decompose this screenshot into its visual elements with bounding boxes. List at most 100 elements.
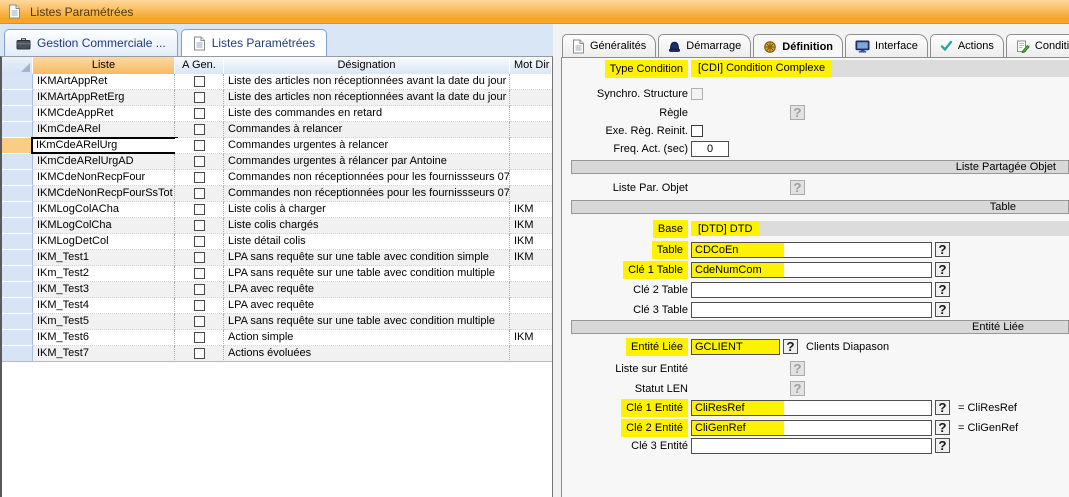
grid-row[interactable]: IKMLogDetColListe détail colisIKM <box>2 234 552 250</box>
cle3-entite-input[interactable] <box>691 438 932 454</box>
cle3-table-input[interactable] <box>691 302 932 318</box>
mot-dir-cell[interactable] <box>510 298 552 314</box>
mot-dir-cell[interactable] <box>510 346 552 362</box>
mot-dir-cell[interactable] <box>510 266 552 282</box>
cle2-entite-help-button[interactable]: ? <box>935 420 950 435</box>
designation-cell[interactable]: Liste colis à charger <box>224 202 510 218</box>
a-gen-checkbox[interactable] <box>194 140 205 151</box>
a-gen-checkbox[interactable] <box>194 188 205 199</box>
liste-cell[interactable]: IKMCdeNonRecpFour <box>33 170 175 186</box>
designation-cell[interactable]: LPA sans requête sur une table avec cond… <box>224 314 510 330</box>
designation-cell[interactable]: Commandes non réceptionnées pour les fou… <box>224 186 510 202</box>
entite-liee-help-button[interactable]: ? <box>783 339 798 354</box>
row-selector-gutter[interactable] <box>2 202 33 218</box>
designation-cell[interactable]: Liste détail colis <box>224 234 510 250</box>
row-selector-gutter[interactable] <box>2 106 33 122</box>
liste-cell[interactable]: IKMLogDetCol <box>33 234 175 250</box>
cle1-entite-help-button[interactable]: ? <box>935 400 950 415</box>
grid-row[interactable]: IKmCdeARelUrgADCommandes urgentes à réla… <box>2 154 552 170</box>
liste-sur-entite-help-button[interactable]: ? <box>790 361 805 376</box>
mot-dir-cell[interactable]: IKM <box>510 202 552 218</box>
cle2-table-help-button[interactable]: ? <box>935 282 950 297</box>
mot-dir-cell[interactable] <box>510 186 552 202</box>
grid-row[interactable]: IKm_Test2LPA sans requête sur une table … <box>2 266 552 282</box>
cle2-entite-input[interactable]: CliGenRef <box>691 420 932 436</box>
type-condition-field[interactable]: [CDI] Condition Complexe <box>691 60 1069 77</box>
liste-cell[interactable]: IKmCdeARelUrg <box>33 138 175 154</box>
row-selector-gutter[interactable] <box>2 282 33 298</box>
row-selector-gutter[interactable] <box>2 138 33 154</box>
panel-tab-d-marrage[interactable]: Démarrage <box>658 34 751 57</box>
mot-dir-cell[interactable] <box>510 122 552 138</box>
grid-row[interactable]: IKm_Test5LPA sans requête sur une table … <box>2 314 552 330</box>
row-selector-gutter[interactable] <box>2 346 33 362</box>
designation-cell[interactable]: Action simple <box>224 330 510 346</box>
row-selector-gutter[interactable] <box>2 330 33 346</box>
liste-cell[interactable]: IKM_Test7 <box>33 346 175 362</box>
liste-cell[interactable]: IKM_Test4 <box>33 298 175 314</box>
liste-cell[interactable]: IKM_Test6 <box>33 330 175 346</box>
nav-tab-gestion-commerciale[interactable]: Gestion Commerciale ... <box>4 29 178 56</box>
liste-cell[interactable]: IKMCdeAppRet <box>33 106 175 122</box>
row-selector-gutter[interactable] <box>2 250 33 266</box>
liste-cell[interactable]: IKMLogColACha <box>33 202 175 218</box>
grid-row[interactable]: IKM_Test4 LPA avec requête <box>2 298 552 314</box>
exe-reg-reinit-checkbox[interactable] <box>691 125 703 137</box>
grid-row[interactable]: IKM_Test1LPA sans requête sur une table … <box>2 250 552 266</box>
designation-cell[interactable]: Liste des articles non réceptionnées ava… <box>224 90 510 106</box>
mot-dir-cell[interactable] <box>510 90 552 106</box>
row-selector-gutter[interactable] <box>2 122 33 138</box>
select-all-corner[interactable] <box>2 57 33 74</box>
row-selector-gutter[interactable] <box>2 186 33 202</box>
entite-liee-input[interactable]: GCLIENT <box>691 339 780 355</box>
grid-row[interactable]: IKMArtAppRetListe des articles non récep… <box>2 74 552 90</box>
a-gen-checkbox[interactable] <box>194 252 205 263</box>
row-selector-gutter[interactable] <box>2 90 33 106</box>
designation-cell[interactable]: Liste des articles non réceptionnées ava… <box>224 74 510 90</box>
grid-row[interactable]: IKmCdeARelUrgCommandes urgentes à relanc… <box>2 138 552 154</box>
a-gen-checkbox[interactable] <box>194 332 205 343</box>
grid-row[interactable]: IKMCdeNonRecpFour Commandes non réception… <box>2 170 552 186</box>
cle1-entite-input[interactable]: CliResRef <box>691 400 932 416</box>
a-gen-checkbox[interactable] <box>194 124 205 135</box>
cle2-table-input[interactable] <box>691 282 932 298</box>
cle1-table-input[interactable]: CdeNumCom <box>691 262 932 278</box>
grid-row[interactable]: IKM_Test7 Actions évoluées <box>2 346 552 362</box>
cle3-table-help-button[interactable]: ? <box>935 302 950 317</box>
row-selector-gutter[interactable] <box>2 154 33 170</box>
a-gen-checkbox[interactable] <box>194 348 205 359</box>
mot-dir-cell[interactable]: IKM <box>510 218 552 234</box>
liste-cell[interactable]: IKMLogColCha <box>33 218 175 234</box>
a-gen-checkbox[interactable] <box>194 204 205 215</box>
a-gen-checkbox[interactable] <box>194 172 205 183</box>
designation-cell[interactable]: Commandes à relancer <box>224 122 510 138</box>
mot-dir-cell[interactable] <box>510 282 552 298</box>
grid-row[interactable]: IKM_Test6Action simpleIKM <box>2 330 552 346</box>
mot-dir-cell[interactable]: IKM <box>510 250 552 266</box>
grid-row[interactable]: IKmCdeARelCommandes à relancer <box>2 122 552 138</box>
liste-cell[interactable]: IKm_Test2 <box>33 266 175 282</box>
nav-tab-listes-parametrees[interactable]: Listes Paramétrées <box>181 29 327 56</box>
liste-cell[interactable]: IKM_Test1 <box>33 250 175 266</box>
a-gen-checkbox[interactable] <box>194 220 205 231</box>
designation-cell[interactable]: Commandes non réceptionnées pour les fou… <box>224 170 510 186</box>
freq-act-input[interactable]: 0 <box>691 141 729 157</box>
mot-dir-cell[interactable] <box>510 138 552 154</box>
row-selector-gutter[interactable] <box>2 218 33 234</box>
a-gen-checkbox[interactable] <box>194 316 205 327</box>
designation-cell[interactable]: Commandes urgentes à rélancer par Antoin… <box>224 154 510 170</box>
column-header-a-gen[interactable]: A Gen. <box>175 57 224 74</box>
liste-par-objet-help-button[interactable]: ? <box>790 180 805 195</box>
a-gen-checkbox[interactable] <box>194 92 205 103</box>
mot-dir-cell[interactable] <box>510 74 552 90</box>
mot-dir-cell[interactable] <box>510 154 552 170</box>
table-input[interactable]: CDCoEn <box>691 242 932 258</box>
cle3-entite-help-button[interactable]: ? <box>935 438 950 453</box>
grid-row[interactable]: IKMCdeAppRetListe des commandes en retar… <box>2 106 552 122</box>
statut-len-help-button[interactable]: ? <box>790 381 805 396</box>
designation-cell[interactable]: Actions évoluées <box>224 346 510 362</box>
designation-cell[interactable]: LPA avec requête <box>224 298 510 314</box>
row-selector-gutter[interactable] <box>2 298 33 314</box>
panel-tab-g-n-ralit-s[interactable]: Généralités <box>562 34 656 57</box>
liste-cell[interactable]: IKM_Test3 <box>33 282 175 298</box>
